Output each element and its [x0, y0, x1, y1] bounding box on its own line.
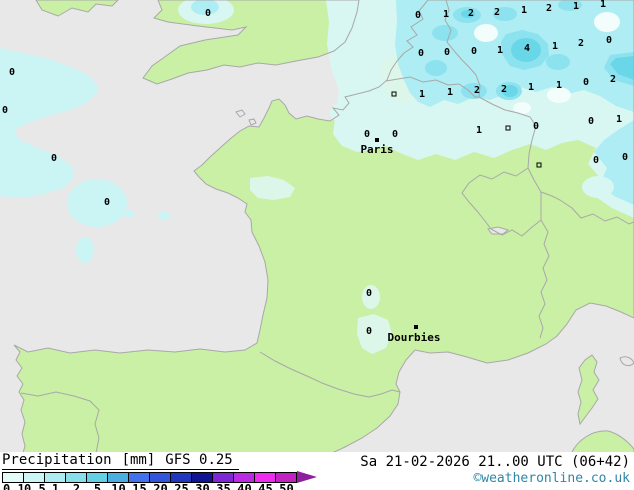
- precip-value: 1: [443, 9, 449, 20]
- precip-value: 0: [583, 77, 589, 88]
- precip-value: 0: [415, 10, 421, 21]
- legend-model: GFS 0.25: [165, 452, 233, 468]
- legend-title: Precipitation: [2, 452, 112, 468]
- precip-value: 0: [588, 116, 594, 127]
- precip-value: 1: [616, 114, 622, 125]
- city-label: Paris: [360, 143, 393, 156]
- city-dot: [375, 138, 379, 142]
- precip-value: 1: [419, 89, 425, 100]
- city-dot: [414, 325, 418, 329]
- precip-value: 1: [573, 1, 579, 12]
- precip-value: 2: [501, 84, 507, 95]
- scale-tick-label: 0.1: [3, 482, 25, 490]
- precip-value: 0: [366, 326, 372, 337]
- scale-tick-label: 30: [195, 482, 210, 490]
- scale-tick-label: 25: [174, 482, 189, 490]
- scale-tick-label: 5: [93, 482, 102, 490]
- scale-tick-label: 20: [153, 482, 168, 490]
- precip-value: 0: [471, 46, 477, 57]
- precip-value: 4: [524, 43, 530, 54]
- scale-overflow-arrow: [297, 471, 317, 483]
- precip-value: 1: [552, 41, 558, 52]
- legend-bar: Precipitation [mm] GFS 0.25 Sa 21-02-2026 …: [0, 452, 634, 490]
- precip-value: 0: [606, 35, 612, 46]
- precip-value: 1: [521, 5, 527, 16]
- scale-tick-label: 10: [111, 482, 126, 490]
- precipitation-map: 0 1 2 2 1 2 1 10 0 0 1 4 1 2 01 1 2 2 1 1 0 21 0 0 10 00 00000000 …: [0, 0, 634, 453]
- precip-value: 0: [593, 155, 599, 166]
- precip-value: 0: [533, 121, 539, 132]
- precip-value: 0: [444, 47, 450, 58]
- precip-value: 2: [474, 85, 480, 96]
- color-scale-labels: 0.1 0.5 1 2 5 10 15 20 25 30 35 40 45 50: [3, 482, 297, 490]
- precip-value: 1: [528, 82, 534, 93]
- scale-tick-label: 50: [279, 482, 294, 490]
- precip-value: 0: [205, 8, 211, 19]
- scale-tick-label: 1: [51, 482, 60, 490]
- precip-value: 2: [468, 8, 474, 19]
- precip-value: 2: [578, 38, 584, 49]
- precip-value: 0: [9, 67, 15, 78]
- city-label: Dourbies: [388, 331, 441, 344]
- precip-value: 2: [494, 7, 500, 18]
- precip-value: 0: [622, 152, 628, 163]
- precip-value: 1: [600, 0, 606, 10]
- precip-value: 1: [497, 45, 503, 56]
- precip-value: 0: [418, 48, 424, 59]
- precip-value: 1: [556, 80, 562, 91]
- scale-tick-label: 35: [216, 482, 231, 490]
- legend-unit: [mm]: [121, 452, 156, 468]
- precip-value: 1: [476, 125, 482, 136]
- scale-tick-label: 15: [132, 482, 147, 490]
- precip-value: 0: [364, 129, 370, 140]
- legend-title-group: Precipitation [mm] GFS 0.25: [2, 452, 239, 470]
- weather-map-page: 012212110001412011221102100100000000000 …: [0, 0, 634, 490]
- copyright-link[interactable]: ©weatheronline.co.uk: [473, 471, 630, 486]
- precip-value: 2: [610, 74, 616, 85]
- precip-value: 2: [546, 3, 552, 14]
- scale-tick-label: 45: [258, 482, 273, 490]
- scale-tick-label: 2: [72, 482, 81, 490]
- precip-value: 1: [447, 87, 453, 98]
- scale-tick-label: 0.5: [24, 482, 46, 490]
- precip-value: 0: [104, 197, 110, 208]
- precip-value: 0: [2, 105, 8, 116]
- scale-tick-label: 40: [237, 482, 252, 490]
- precip-value: 0: [366, 288, 372, 299]
- precip-value: 0: [51, 153, 57, 164]
- forecast-timestamp: Sa 21-02-2026 21..00 UTC (06+42): [360, 454, 630, 470]
- precip-value: 0: [392, 129, 398, 140]
